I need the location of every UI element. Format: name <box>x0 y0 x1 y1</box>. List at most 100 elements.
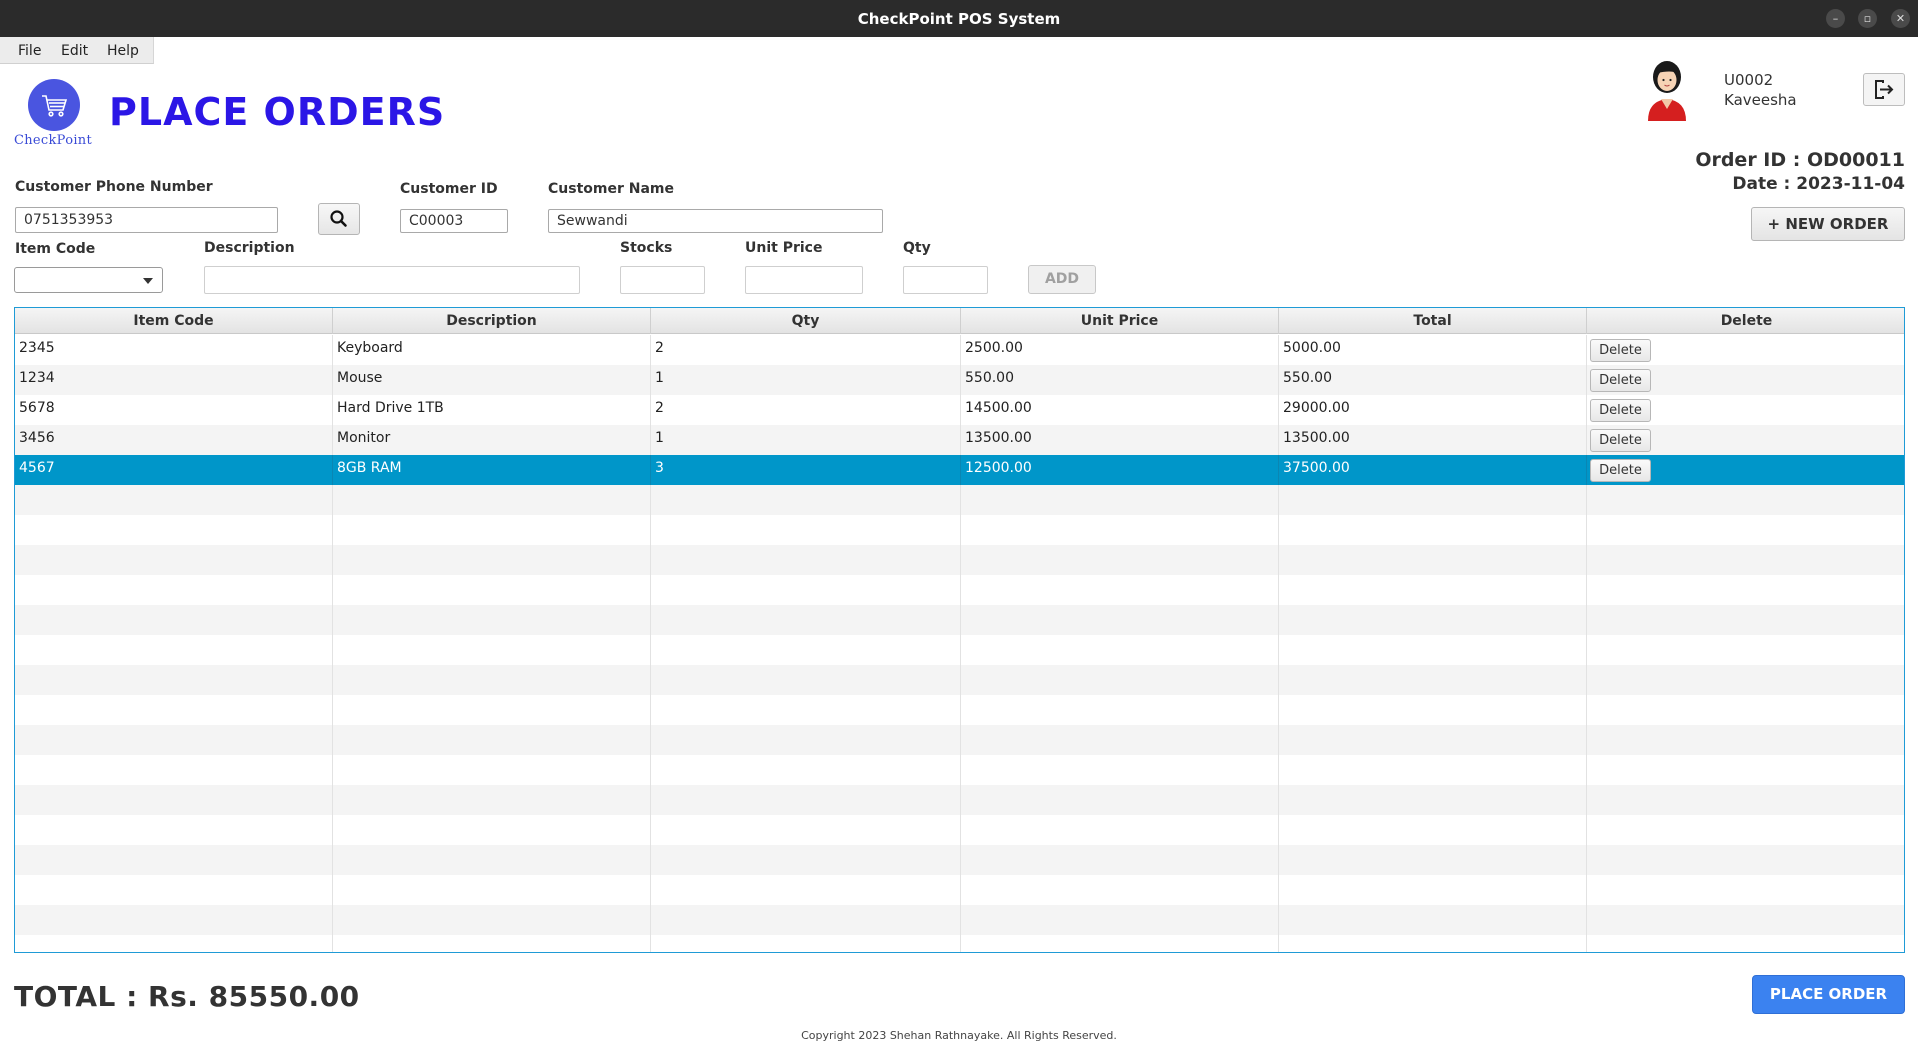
cell-qty <box>651 935 961 952</box>
table-row-empty[interactable] <box>15 515 1904 545</box>
order-id: Order ID : OD00011 <box>1695 149 1905 171</box>
table-row-empty[interactable] <box>15 845 1904 875</box>
user-avatar <box>1640 55 1694 125</box>
table-row-empty[interactable] <box>15 635 1904 665</box>
table-row-empty[interactable] <box>15 725 1904 755</box>
cell-item-code: 3456 <box>15 425 333 455</box>
cell-delete: Delete <box>1587 425 1904 455</box>
table-row-empty[interactable] <box>15 695 1904 725</box>
column-header-total[interactable]: Total <box>1279 308 1587 334</box>
close-icon[interactable]: ✕ <box>1891 9 1910 28</box>
unit-price-field[interactable] <box>745 266 863 294</box>
stocks-label: Stocks <box>620 240 673 256</box>
place-order-button[interactable]: PLACE ORDER <box>1752 975 1905 1014</box>
copyright-text: Copyright 2023 Shehan Rathnayake. All Ri… <box>801 1029 1117 1042</box>
table-row[interactable]: 2345 Keyboard 2 2500.00 5000.00 Delete <box>15 335 1904 365</box>
table-row[interactable]: 1234 Mouse 1 550.00 550.00 Delete <box>15 365 1904 395</box>
customer-id-field[interactable]: C00003 <box>400 209 508 233</box>
menu-edit[interactable]: Edit <box>61 43 88 59</box>
delete-row-button[interactable]: Delete <box>1590 459 1651 482</box>
delete-row-button[interactable]: Delete <box>1590 399 1651 422</box>
cell-item-code <box>15 755 333 785</box>
table-row[interactable]: 4567 8GB RAM 3 12500.00 37500.00 Delete <box>15 455 1904 485</box>
table-row-empty[interactable] <box>15 785 1904 815</box>
phone-label: Customer Phone Number <box>15 179 213 195</box>
cell-qty <box>651 785 961 815</box>
table-row-empty[interactable] <box>15 815 1904 845</box>
cell-qty: 3 <box>651 455 961 485</box>
column-header-delete[interactable]: Delete <box>1587 308 1904 334</box>
cell-qty <box>651 635 961 665</box>
column-header-item-code[interactable]: Item Code <box>15 308 333 334</box>
cell-delete <box>1587 665 1904 695</box>
cell-total <box>1279 695 1587 725</box>
add-button[interactable]: ADD <box>1028 265 1096 294</box>
logout-icon <box>1875 80 1894 99</box>
cell-unit-price <box>961 875 1279 905</box>
qty-field[interactable] <box>903 266 988 294</box>
table-row-empty[interactable] <box>15 755 1904 785</box>
cell-description: 8GB RAM <box>333 455 651 485</box>
cell-description <box>333 755 651 785</box>
item-code-select[interactable] <box>14 267 163 293</box>
unit-price-label: Unit Price <box>745 240 823 256</box>
table-row-empty[interactable] <box>15 605 1904 635</box>
menu-help[interactable]: Help <box>107 43 139 59</box>
cell-unit-price <box>961 755 1279 785</box>
phone-input[interactable]: 0751353953 <box>15 207 278 233</box>
cell-description <box>333 785 651 815</box>
description-field[interactable] <box>204 266 580 294</box>
cell-total <box>1279 785 1587 815</box>
cell-unit-price <box>961 845 1279 875</box>
minimize-icon[interactable]: – <box>1826 9 1845 28</box>
cell-delete <box>1587 545 1904 575</box>
stocks-field[interactable] <box>620 266 705 294</box>
cell-qty <box>651 515 961 545</box>
cell-qty <box>651 665 961 695</box>
maximize-icon[interactable]: ▫ <box>1858 9 1877 28</box>
table-row-empty[interactable] <box>15 935 1904 952</box>
cell-qty <box>651 575 961 605</box>
cell-delete <box>1587 845 1904 875</box>
table-row-empty[interactable] <box>15 875 1904 905</box>
cell-delete <box>1587 515 1904 545</box>
table-header: Item Code Description Qty Unit Price Tot… <box>15 308 1904 334</box>
column-header-description[interactable]: Description <box>333 308 651 334</box>
user-name: Kaveesha <box>1724 91 1797 109</box>
table-row-empty[interactable] <box>15 575 1904 605</box>
cell-qty: 2 <box>651 335 961 365</box>
cell-description <box>333 695 651 725</box>
delete-row-button[interactable]: Delete <box>1590 429 1651 452</box>
order-table[interactable]: Item Code Description Qty Unit Price Tot… <box>14 307 1905 953</box>
window-titlebar: CheckPoint POS System – ▫ ✕ <box>0 0 1918 37</box>
cell-unit-price <box>961 545 1279 575</box>
table-row-empty[interactable] <box>15 905 1904 935</box>
delete-row-button[interactable]: Delete <box>1590 339 1651 362</box>
column-header-unit-price[interactable]: Unit Price <box>961 308 1279 334</box>
menu-file[interactable]: File <box>18 43 41 59</box>
cell-description: Monitor <box>333 425 651 455</box>
cell-description <box>333 545 651 575</box>
cell-unit-price <box>961 605 1279 635</box>
customer-name-field[interactable]: Sewwandi <box>548 209 883 233</box>
table-row-empty[interactable] <box>15 665 1904 695</box>
cell-item-code <box>15 695 333 725</box>
cell-description <box>333 815 651 845</box>
cell-unit-price <box>961 515 1279 545</box>
logout-button[interactable] <box>1863 73 1905 106</box>
cell-item-code <box>15 875 333 905</box>
search-button[interactable] <box>318 203 360 235</box>
column-header-qty[interactable]: Qty <box>651 308 961 334</box>
cell-item-code <box>15 665 333 695</box>
table-row-empty[interactable] <box>15 485 1904 515</box>
table-row[interactable]: 3456 Monitor 1 13500.00 13500.00 Delete <box>15 425 1904 455</box>
cell-delete <box>1587 725 1904 755</box>
new-order-button[interactable]: + NEW ORDER <box>1751 207 1905 241</box>
cell-item-code <box>15 725 333 755</box>
delete-row-button[interactable]: Delete <box>1590 369 1651 392</box>
table-row[interactable]: 5678 Hard Drive 1TB 2 14500.00 29000.00 Delet… <box>15 395 1904 425</box>
cell-delete <box>1587 935 1904 952</box>
table-row-empty[interactable] <box>15 545 1904 575</box>
cell-total <box>1279 635 1587 665</box>
cell-unit-price: 13500.00 <box>961 425 1279 455</box>
